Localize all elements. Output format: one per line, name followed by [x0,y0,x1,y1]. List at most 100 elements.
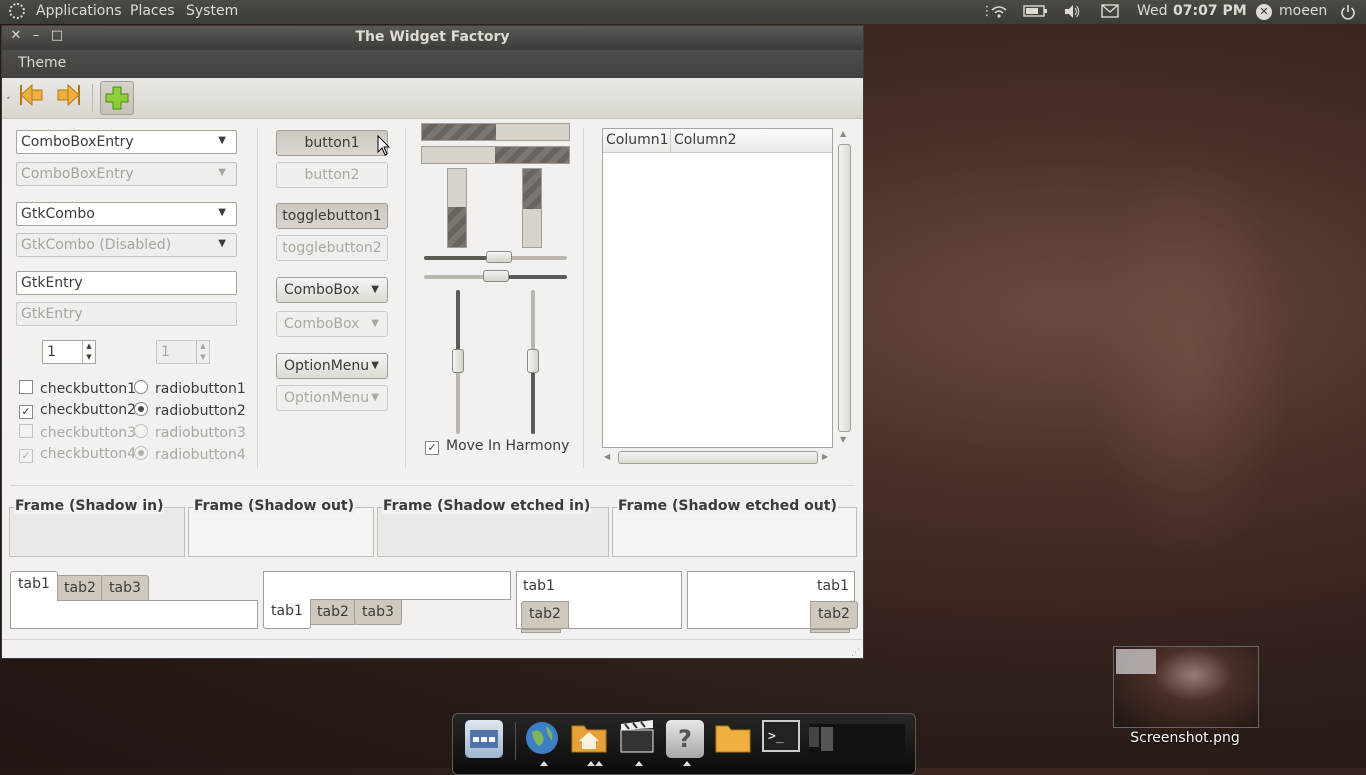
home-folder-icon[interactable] [570,720,608,758]
spinbutton[interactable]: 1 ▲ ▼ [42,340,96,364]
back-button[interactable] [17,82,47,112]
running-indicator [587,761,595,766]
optionmenu-text: OptionMenu [284,358,370,374]
notebook-top-tab2[interactable]: tab2 [56,575,104,601]
hscale-1-thumb[interactable] [486,251,512,263]
running-indicator [595,761,603,766]
spin-arrows-icon[interactable]: ▲ ▼ [82,341,95,363]
horizontal-scrollbar-thumb[interactable] [618,451,818,464]
radiobutton2[interactable]: radiobutton2 [134,402,246,419]
scroll-down-icon[interactable]: ▼ [840,435,846,444]
forward-button[interactable] [53,82,83,112]
user-status-icon[interactable]: ✕ [1256,4,1272,20]
radio-selected-icon [134,446,148,460]
clock-day[interactable]: Wed [1137,3,1168,19]
checkbutton1[interactable]: checkbutton1 [19,380,136,397]
add-button[interactable] [100,81,134,115]
radiobutton3: radiobutton3 [134,424,246,441]
move-in-harmony-check[interactable]: ✓ Move In Harmony [425,438,569,455]
system-menu[interactable]: System [186,3,238,19]
arrow-right-icon [57,83,80,107]
frame-shadow-in-label: Frame (Shadow in) [14,498,165,514]
screenshot-file-label[interactable]: Screenshot.png [1100,730,1270,746]
notebook-bottom-tab1[interactable]: tab1 [263,599,311,629]
workspace-switcher-icon[interactable] [465,720,503,758]
scroll-up-icon[interactable]: ▲ [840,129,846,138]
checkbox-checked-icon: ✓ [425,441,439,455]
column1-header[interactable]: Column1 [603,129,671,153]
column2-header[interactable]: Column2 [671,129,832,153]
button2: button2 [276,162,388,188]
window-list-area[interactable] [809,724,905,758]
statusbar: ⋰ [2,639,863,658]
mail-icon[interactable] [1101,4,1119,19]
screenshot-file-icon[interactable] [1113,646,1259,728]
horizontal-scrollbar[interactable]: ◀ ▶ [602,451,833,465]
button1[interactable]: button1 [276,130,388,156]
folder-icon[interactable] [714,720,752,758]
hscale-2-thumb[interactable] [483,270,509,282]
menubar: Theme [2,50,863,78]
notebook-bottom-tab2[interactable]: tab2 [309,599,357,625]
column-separator [583,128,584,468]
clock-time[interactable]: 07:07 PM [1173,3,1247,19]
notebook-top-tab3[interactable]: tab3 [101,575,149,601]
toolbar-handle[interactable]: • [6,94,11,103]
move-in-harmony-label: Move In Harmony [446,438,570,454]
web-browser-icon[interactable] [523,720,561,758]
ubuntu-logo-icon[interactable] [9,3,25,19]
comboboxentry[interactable]: ComboBoxEntry ▼ [16,130,237,154]
terminal-icon[interactable]: >_ [762,720,800,758]
notebook-bottom-tab3[interactable]: tab3 [354,599,402,625]
resize-grip-icon[interactable]: ⋰ [851,648,860,658]
notebook-right-tab2[interactable]: tab2 [810,601,858,629]
notebook-left-tab2[interactable]: tab2 [521,601,569,629]
dropdown-arrow-icon[interactable]: ▼ [218,207,226,218]
gtkentry-disabled-text: GtkEntry [21,306,83,322]
vertical-scrollbar[interactable]: ▲ ▼ [838,128,852,448]
notebook-left-tab1[interactable]: tab1 [518,574,560,598]
battery-icon[interactable] [1023,4,1049,19]
window-titlebar[interactable]: ✕ – □ The Widget Factory [2,26,863,50]
togglebutton1[interactable]: togglebutton1 [276,203,388,229]
optionmenu[interactable]: OptionMenu ▼ [276,353,388,379]
help-icon[interactable]: ? [666,720,704,758]
radio-icon [134,380,148,394]
applications-menu[interactable]: Applications [36,3,122,19]
scroll-left-icon[interactable]: ◀ [604,452,610,461]
scroll-right-icon[interactable]: ▶ [822,452,828,461]
vscale-1-thumb[interactable] [452,349,464,373]
checkbutton2[interactable]: ✓ checkbutton2 [19,402,136,419]
dropdown-arrow-icon[interactable]: ▼ [218,135,226,146]
places-menu[interactable]: Places [130,3,175,19]
theme-menu[interactable]: Theme [18,55,66,71]
dropdown-arrow-icon: ▼ [218,238,226,249]
video-editor-icon[interactable] [618,720,656,758]
progress-fill [523,169,541,209]
user-name[interactable]: moeen [1279,3,1327,19]
radiobutton1-label: radiobutton1 [155,381,246,397]
widget-factory-window: ✕ – □ The Widget Factory Theme • ComboBo… [1,25,864,659]
vertical-scrollbar-thumb[interactable] [838,144,851,432]
notebook-right-tab1[interactable]: tab1 [812,574,854,598]
vprogressbar-bottom [447,168,467,248]
wifi-icon[interactable] [990,4,1008,19]
tree-view[interactable]: Column1 Column2 [602,128,833,448]
notebook-left-tab3[interactable] [521,629,561,633]
svg-text:>_: >_ [768,729,784,744]
volume-icon[interactable] [1063,4,1081,19]
checkbutton4-label: checkbutton4 [40,446,137,462]
power-icon[interactable] [1339,4,1357,20]
radiobutton4-label: radiobutton4 [155,447,246,463]
gtkcombo[interactable]: GtkCombo ▼ [16,202,237,226]
window-thumbnail [821,727,833,751]
vscale-2-thumb[interactable] [527,349,539,373]
gtkentry[interactable]: GtkEntry [16,271,237,295]
gtkentry-disabled: GtkEntry [16,302,237,326]
dropdown-arrow-icon: ▼ [218,167,226,178]
combobox[interactable]: ComboBox ▼ [276,277,388,303]
radiobutton1[interactable]: radiobutton1 [134,380,246,397]
notebook-right-tab3[interactable] [810,629,850,633]
notebook-top-tab1[interactable]: tab1 [10,571,58,601]
frame-shadow-etched-out [612,507,857,557]
